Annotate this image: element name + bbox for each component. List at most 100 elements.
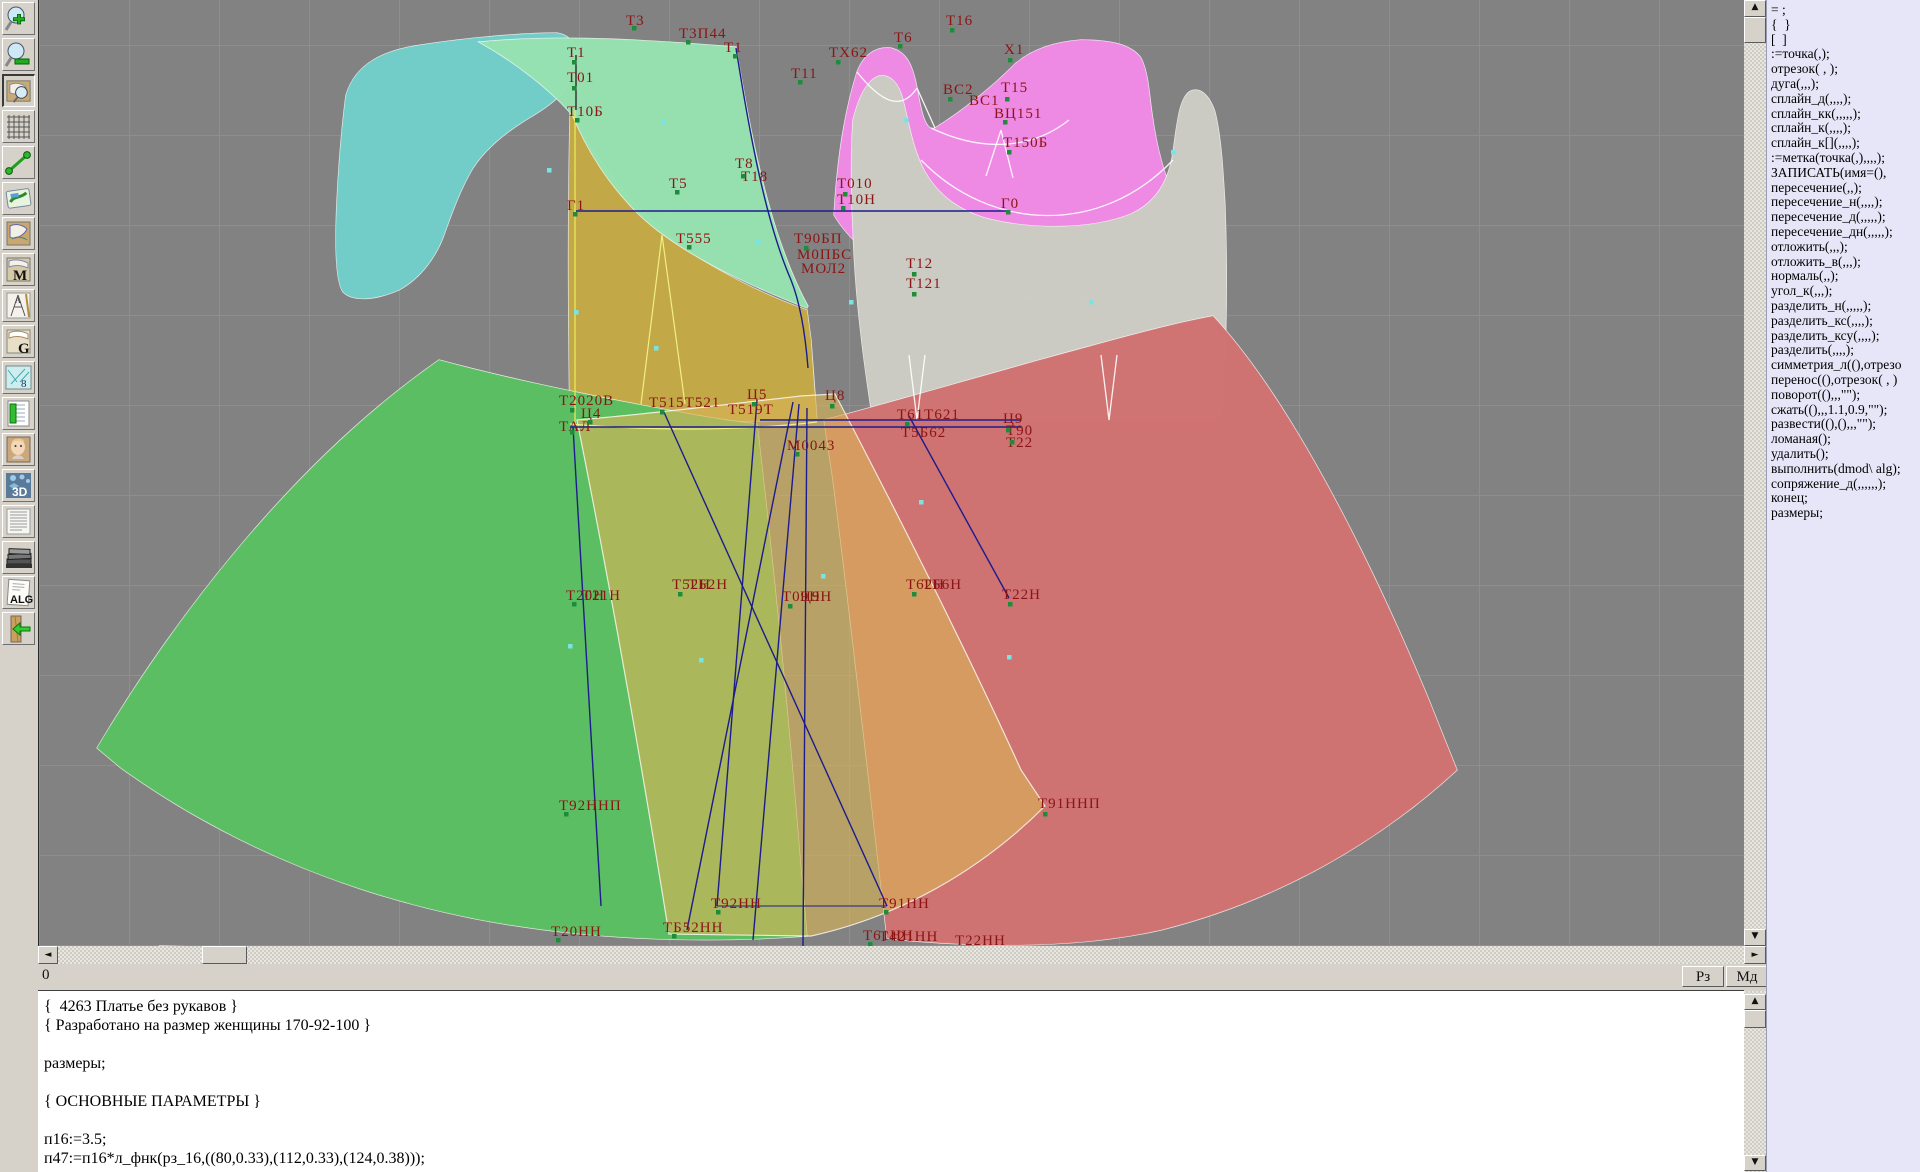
construction-point[interactable] bbox=[1006, 428, 1011, 433]
construction-point[interactable] bbox=[804, 246, 809, 251]
command-item[interactable]: размеры; bbox=[1767, 506, 1920, 521]
construction-point[interactable] bbox=[632, 26, 637, 31]
measure-button[interactable] bbox=[2, 146, 35, 179]
rz-mode-button[interactable]: Рз bbox=[1682, 966, 1724, 987]
command-item[interactable]: поворот((),,,""); bbox=[1767, 388, 1920, 403]
construction-point[interactable] bbox=[672, 934, 677, 939]
vscroll-thumb[interactable] bbox=[1744, 17, 1766, 43]
command-item[interactable]: пересечение_д(,,,,,); bbox=[1767, 210, 1920, 225]
construction-point[interactable] bbox=[588, 420, 593, 425]
construction-point[interactable] bbox=[556, 938, 561, 943]
command-item[interactable]: сплайн_к(,,,,); bbox=[1767, 121, 1920, 136]
construction-point[interactable] bbox=[898, 44, 903, 49]
construction-point[interactable] bbox=[575, 118, 580, 123]
construction-point[interactable] bbox=[912, 292, 917, 297]
command-item[interactable]: сплайн_д(,,,,); bbox=[1767, 92, 1920, 107]
exit-button[interactable] bbox=[2, 612, 35, 645]
construction-point[interactable] bbox=[570, 408, 575, 413]
command-item[interactable]: отложить(,,,); bbox=[1767, 240, 1920, 255]
layout-8-button[interactable]: 8 bbox=[2, 361, 35, 394]
hscroll-right-arrow[interactable]: ► bbox=[1744, 946, 1766, 964]
construction-point[interactable] bbox=[1008, 602, 1013, 607]
code-editor[interactable]: { 4263 Платье без рукавов }{ Разработано… bbox=[38, 990, 1744, 1172]
command-item[interactable]: угол_к(,,,); bbox=[1767, 284, 1920, 299]
construction-point[interactable] bbox=[678, 592, 683, 597]
drafting-button[interactable]: A bbox=[2, 289, 35, 322]
command-item[interactable]: перенос((),отрезок( , ) bbox=[1767, 373, 1920, 388]
construction-point[interactable] bbox=[716, 910, 721, 915]
command-item[interactable]: пересечение(,,); bbox=[1767, 181, 1920, 196]
reference-point[interactable] bbox=[547, 168, 552, 173]
command-item[interactable]: развести((),(),,,""); bbox=[1767, 417, 1920, 432]
zoom-out-button[interactable] bbox=[2, 38, 35, 71]
reference-point[interactable] bbox=[904, 118, 909, 123]
construction-point[interactable] bbox=[660, 410, 665, 415]
vscroll-track[interactable] bbox=[1744, 0, 1766, 946]
command-item[interactable]: ЗАПИСАТЬ(имя=(), bbox=[1767, 166, 1920, 181]
reference-point[interactable] bbox=[574, 310, 579, 315]
md-mode-button[interactable]: Мд bbox=[1726, 966, 1768, 987]
construction-point[interactable] bbox=[912, 592, 917, 597]
construction-point[interactable] bbox=[912, 272, 917, 277]
construction-point[interactable] bbox=[788, 604, 793, 609]
command-item[interactable]: отложить_в(,,,); bbox=[1767, 255, 1920, 270]
command-item[interactable]: разделить_н(,,,,,); bbox=[1767, 299, 1920, 314]
pieces-button[interactable] bbox=[2, 217, 35, 250]
code-vscroll-down-arrow[interactable]: ▼ bbox=[1744, 1155, 1766, 1171]
reference-point[interactable] bbox=[756, 240, 761, 245]
command-list-panel[interactable]: = ;{ }[ ]:=точка(,);отрезок( , );дуга(,,… bbox=[1766, 0, 1920, 1172]
construction-point[interactable] bbox=[564, 812, 569, 817]
construction-point[interactable] bbox=[1008, 58, 1013, 63]
construction-point[interactable] bbox=[884, 910, 889, 915]
zoom-in-button[interactable] bbox=[2, 2, 35, 35]
construction-point[interactable] bbox=[1010, 440, 1015, 445]
construction-point[interactable] bbox=[570, 430, 575, 435]
construction-point[interactable] bbox=[948, 97, 953, 102]
command-item[interactable]: разделить_кс(,,,,); bbox=[1767, 314, 1920, 329]
construction-point[interactable] bbox=[752, 402, 757, 407]
sketch-button[interactable] bbox=[2, 182, 35, 215]
hscroll-left-arrow[interactable]: ◄ bbox=[38, 946, 58, 964]
model-m-button[interactable]: M bbox=[2, 253, 35, 286]
construction-point[interactable] bbox=[795, 452, 800, 457]
construction-point[interactable] bbox=[1006, 210, 1011, 215]
command-item[interactable]: пересечение_н(,,,,); bbox=[1767, 195, 1920, 210]
command-item[interactable]: :=метка(точка(,),,,,); bbox=[1767, 151, 1920, 166]
construction-point[interactable] bbox=[798, 80, 803, 85]
command-item[interactable]: конец; bbox=[1767, 491, 1920, 506]
construction-point[interactable] bbox=[572, 60, 577, 65]
archive-button[interactable] bbox=[2, 541, 35, 574]
alg-button[interactable]: ALG bbox=[2, 576, 35, 609]
command-item[interactable]: :=точка(,); bbox=[1767, 47, 1920, 62]
construction-point[interactable] bbox=[841, 206, 846, 211]
construction-point[interactable] bbox=[1005, 97, 1010, 102]
command-item[interactable]: выполнить(dmod\ alg); bbox=[1767, 462, 1920, 477]
command-item[interactable]: отрезок( , ); bbox=[1767, 62, 1920, 77]
construction-point[interactable] bbox=[843, 192, 848, 197]
reference-point[interactable] bbox=[654, 346, 659, 351]
construction-point[interactable] bbox=[905, 422, 910, 427]
zoom-piece-button[interactable] bbox=[2, 74, 35, 107]
code-vscroll-thumb[interactable] bbox=[1744, 1010, 1766, 1028]
construction-point[interactable] bbox=[830, 404, 835, 409]
construction-point[interactable] bbox=[675, 190, 680, 195]
command-item[interactable]: удалить(); bbox=[1767, 447, 1920, 462]
reference-point[interactable] bbox=[661, 120, 666, 125]
reference-point[interactable] bbox=[849, 300, 854, 305]
construction-point[interactable] bbox=[733, 54, 738, 59]
construction-point[interactable] bbox=[741, 174, 746, 179]
command-item[interactable]: разделить(,,,,); bbox=[1767, 343, 1920, 358]
construction-point[interactable] bbox=[1003, 120, 1008, 125]
construction-point[interactable] bbox=[687, 245, 692, 250]
reference-point[interactable] bbox=[1089, 300, 1094, 305]
command-item[interactable]: = ; bbox=[1767, 3, 1920, 18]
code-vscroll-up-arrow[interactable]: ▲ bbox=[1744, 994, 1766, 1010]
command-item[interactable]: нормаль(,,); bbox=[1767, 269, 1920, 284]
grid-button[interactable] bbox=[2, 110, 35, 143]
command-item[interactable]: пересечение_дн(,,,,,); bbox=[1767, 225, 1920, 240]
command-item[interactable]: [ ] bbox=[1767, 33, 1920, 48]
reference-point[interactable] bbox=[1007, 655, 1012, 660]
construction-point[interactable] bbox=[572, 602, 577, 607]
construction-point[interactable] bbox=[572, 86, 577, 91]
view-3d-button[interactable]: 3D bbox=[2, 469, 35, 502]
